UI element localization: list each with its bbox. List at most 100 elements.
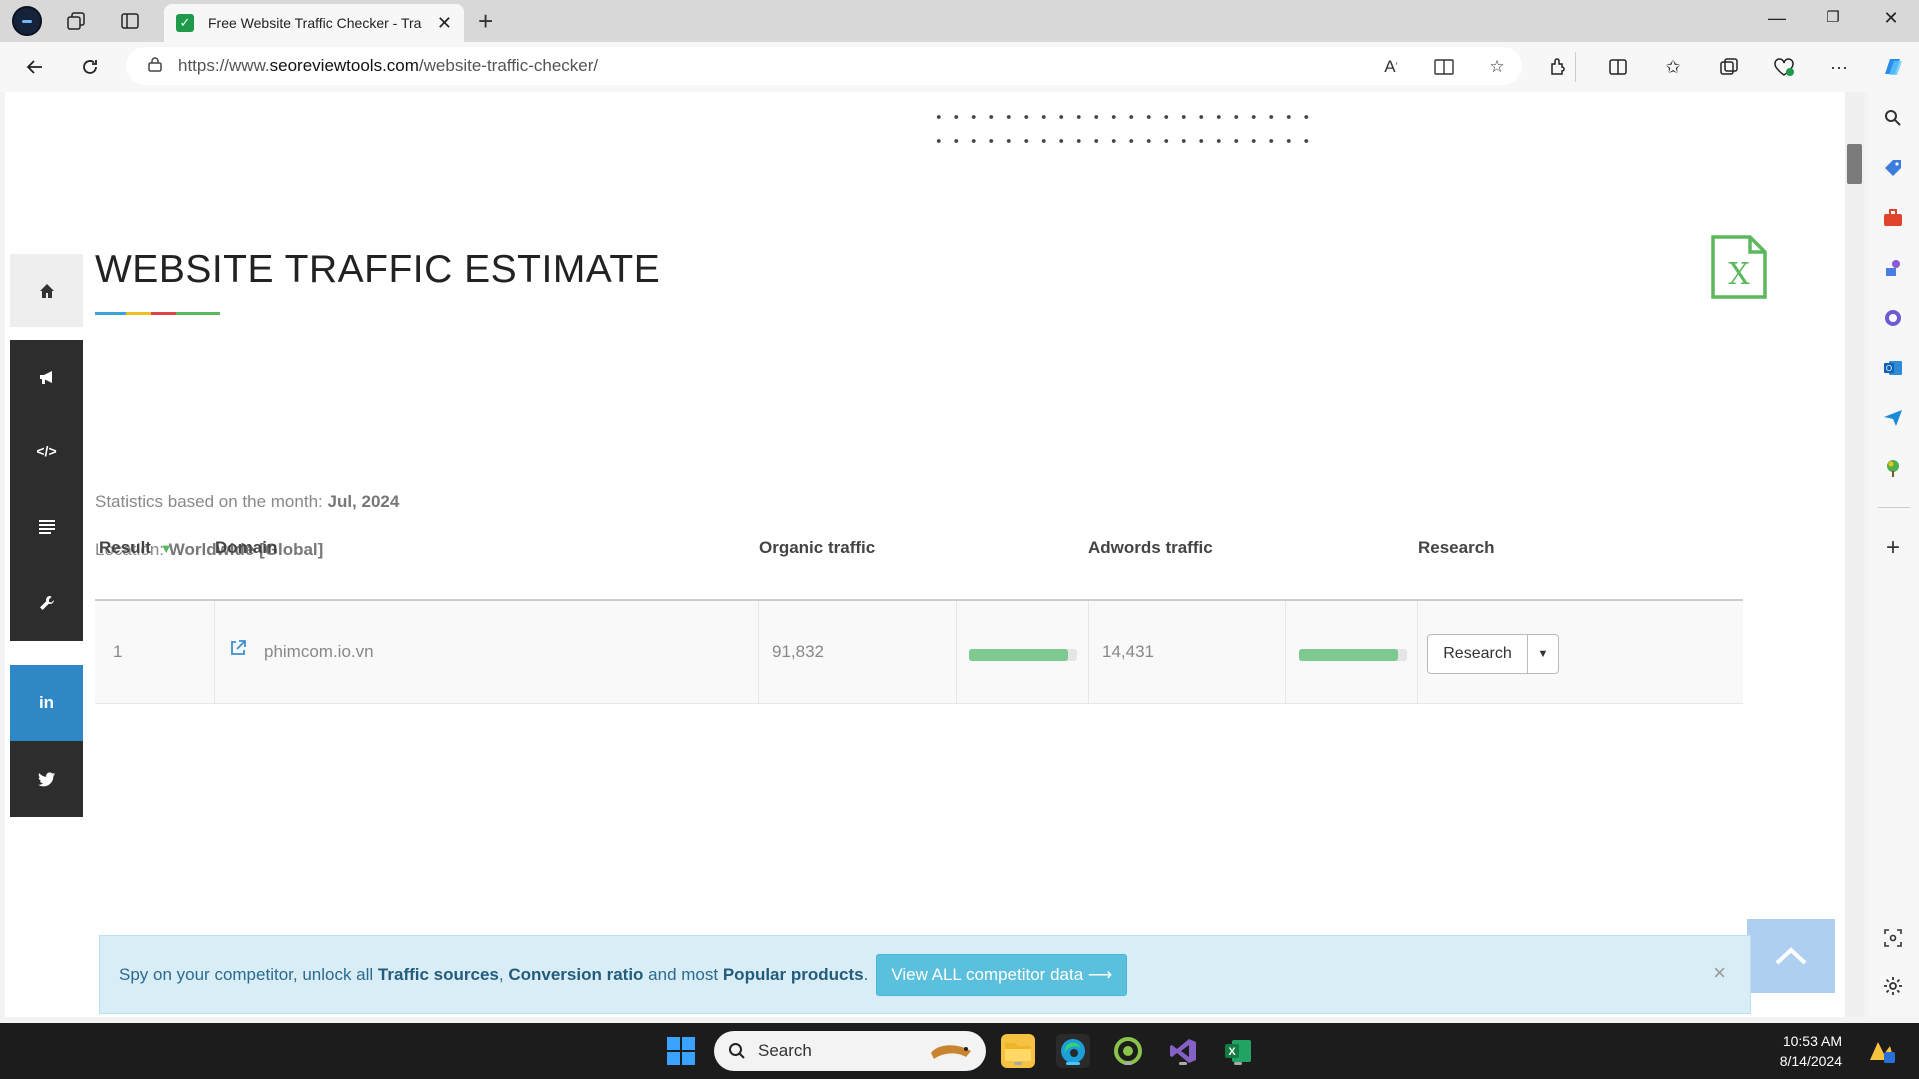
home-icon[interactable] [10, 254, 83, 327]
browser-essentials-icon[interactable] [1771, 54, 1797, 80]
app-running-indicator [1014, 1062, 1022, 1065]
vertical-tabs-icon[interactable] [116, 7, 144, 35]
page-scrollbar[interactable] [1845, 92, 1864, 1017]
app-running-indicator [1124, 1062, 1132, 1065]
clock-date: 8/14/2024 [1779, 1053, 1842, 1069]
sidebar-microsoft365-icon[interactable] [1879, 304, 1907, 332]
menu-lines-icon[interactable] [10, 489, 83, 565]
address-bar[interactable]: https://www.seoreviewtools.com/website-t… [126, 47, 1522, 85]
minimize-button[interactable]: — [1762, 8, 1792, 29]
clock-time: 10:53 AM [1782, 1033, 1842, 1049]
more-menu-icon[interactable]: ··· [1826, 54, 1852, 80]
close-tab-icon[interactable]: ✕ [437, 13, 452, 34]
sidebar-search-icon[interactable] [1879, 104, 1907, 132]
close-window-button[interactable]: ✕ [1876, 8, 1906, 29]
stats-month: Statistics based on the month: Jul, 2024 [95, 492, 400, 511]
active-tab[interactable]: ✓ Free Website Traffic Checker - Tra ✕ [164, 4, 464, 42]
copilot-icon[interactable] [1880, 54, 1906, 80]
promo-link-conversion-ratio[interactable]: Conversion ratio [508, 965, 643, 985]
domain-link[interactable]: phimcom.io.vn [264, 642, 374, 662]
svg-text:X: X [1228, 1046, 1236, 1058]
taskbar-search-label: Search [758, 1041, 812, 1060]
th-organic-traffic: Organic traffic [759, 538, 876, 557]
app-running-indicator [1234, 1062, 1242, 1065]
immersive-reader-icon[interactable] [1432, 55, 1456, 79]
refresh-button[interactable] [75, 52, 105, 82]
excel-export-icon[interactable]: X [1710, 234, 1768, 300]
sort-chevron-icon[interactable]: ▼ [160, 541, 173, 556]
back-to-top-button[interactable] [1747, 919, 1835, 993]
edge-browser-icon[interactable] [1056, 1034, 1090, 1068]
taskbar-search-box[interactable]: Search [714, 1031, 986, 1071]
promo-banner: Spy on your competitor, unlock all Traff… [99, 935, 1751, 1014]
title-underline [95, 312, 220, 315]
browser-toolbar: https://www.seoreviewtools.com/website-t… [0, 42, 1919, 92]
result-rank: 1 [113, 642, 123, 661]
file-explorer-icon[interactable] [1001, 1034, 1035, 1068]
back-button[interactable] [20, 52, 50, 82]
th-domain: Domain [215, 538, 278, 557]
sidebar-send-icon[interactable] [1879, 404, 1907, 432]
url-text[interactable]: https://www.seoreviewtools.com/website-t… [178, 56, 598, 76]
wrench-icon[interactable] [10, 565, 83, 641]
lock-icon[interactable] [148, 56, 162, 77]
sidebar-outlook-icon[interactable]: O [1879, 354, 1907, 382]
external-link-icon[interactable] [229, 639, 247, 662]
extensions-icon[interactable] [1545, 54, 1571, 80]
profile-avatar[interactable] [12, 6, 42, 36]
split-screen-icon[interactable] [1605, 54, 1631, 80]
research-button-group: Research ▼ [1427, 634, 1559, 674]
promo-close-icon[interactable]: × [1713, 960, 1726, 986]
collections-icon[interactable] [1716, 54, 1742, 80]
search-icon [729, 1043, 745, 1059]
system-clock[interactable]: 10:53 AM 8/14/2024 [1760, 1031, 1842, 1071]
sidebar-add-icon[interactable]: + [1879, 534, 1907, 562]
view-competitor-data-button[interactable]: View ALL competitor data ⟶ [876, 953, 1128, 996]
scrollbar-thumb[interactable] [1847, 144, 1862, 184]
sidebar-tree-icon[interactable] [1879, 454, 1907, 482]
sidebar-games-icon[interactable] [1879, 254, 1907, 282]
favorites-icon[interactable]: ✩ [1660, 54, 1686, 80]
windows-start-icon[interactable] [667, 1037, 695, 1065]
svg-text:X: X [1728, 257, 1750, 292]
promo-text-2: and most [648, 964, 719, 984]
notification-weather-icon[interactable] [1864, 1034, 1898, 1068]
site-favicon-icon: ✓ [176, 14, 194, 32]
chrome-canary-icon[interactable] [1111, 1034, 1145, 1068]
adwords-traffic-bar-fill [1299, 649, 1399, 661]
sidebar-settings-gear-icon[interactable] [1879, 972, 1907, 1000]
column-divider [214, 601, 215, 704]
new-tab-button[interactable]: + [478, 6, 493, 37]
favorite-star-icon[interactable]: ☆ [1485, 55, 1509, 79]
th-adwords-traffic: Adwords traffic [1088, 538, 1213, 557]
code-icon[interactable]: </> [10, 413, 83, 489]
promo-sep: , [498, 964, 504, 984]
app-running-indicator [1179, 1062, 1187, 1065]
column-divider [758, 601, 759, 704]
browser-tab-bar: ✓ Free Website Traffic Checker - Tra ✕ +… [0, 0, 1919, 42]
restore-button[interactable]: ❐ [1818, 8, 1848, 26]
visual-studio-icon[interactable] [1166, 1034, 1200, 1068]
sidebar-screenshot-icon[interactable] [1879, 924, 1907, 952]
organic-traffic-bar [969, 649, 1077, 661]
linkedin-share-icon[interactable]: in [10, 665, 83, 741]
excel-app-icon[interactable]: X [1221, 1034, 1255, 1068]
promo-link-popular-products[interactable]: Popular products [723, 965, 864, 985]
column-divider [1285, 601, 1286, 704]
tab-title: Free Website Traffic Checker - Tra [208, 15, 422, 31]
column-divider [956, 601, 957, 704]
workspaces-icon[interactable] [62, 7, 90, 35]
twitter-share-icon[interactable] [10, 741, 83, 817]
sidebar-shopping-tag-icon[interactable] [1879, 154, 1907, 182]
th-result[interactable]: Result ▼ [99, 538, 173, 558]
read-aloud-icon[interactable]: Aʼ [1379, 55, 1403, 79]
promo-link-traffic-sources[interactable]: Traffic sources [378, 965, 499, 985]
decorative-dots [930, 105, 1310, 145]
megaphone-icon[interactable] [10, 340, 83, 413]
sidebar-tools-briefcase-icon[interactable] [1879, 204, 1907, 232]
organic-traffic-value: 91,832 [772, 642, 824, 661]
research-dropdown-caret-icon[interactable]: ▼ [1528, 635, 1558, 673]
th-research: Research [1418, 538, 1495, 557]
research-button[interactable]: Research [1428, 635, 1528, 673]
windows-taskbar: Search X 10:53 AM 8/14/2024 [0, 1023, 1919, 1079]
